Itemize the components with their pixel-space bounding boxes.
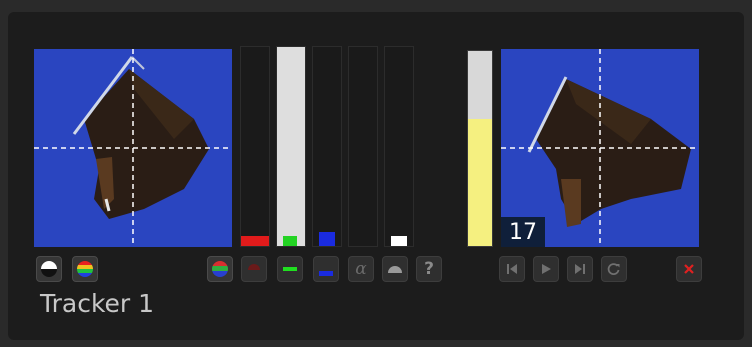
rgb-stripe-circle-icon: [77, 261, 93, 277]
skip-last-icon: [575, 264, 585, 274]
alpha-channel-meter: [348, 46, 378, 247]
alpha-channel-button[interactable]: α: [348, 256, 374, 282]
close-icon: [684, 264, 694, 274]
red-channel-button[interactable]: [241, 256, 267, 282]
close-button[interactable]: [676, 256, 702, 282]
gray-sphere-icon: [388, 266, 402, 273]
last-frame-button[interactable]: [567, 256, 593, 282]
reset-icon: [607, 263, 620, 275]
luma-channel-fill: [391, 236, 407, 246]
match-preview: 17: [501, 49, 699, 247]
red-arc-icon: [248, 264, 260, 270]
skip-first-icon: [507, 264, 517, 274]
blue-channel-button[interactable]: [313, 256, 339, 282]
rgb-channel-button[interactable]: [207, 256, 233, 282]
green-channel-marker: [283, 236, 297, 246]
play-button[interactable]: [533, 256, 559, 282]
blue-bar-icon: [319, 271, 333, 276]
red-channel-meter: [240, 46, 270, 247]
luma-view-button[interactable]: [36, 256, 62, 282]
combined-channel-button[interactable]: [382, 256, 408, 282]
source-preview: [34, 49, 232, 247]
frame-number: 17: [509, 220, 537, 245]
frame-number-box: 17: [501, 217, 545, 247]
blue-channel-fill: [318, 232, 336, 246]
blue-channel-meter: [312, 46, 342, 247]
play-icon: [542, 264, 551, 274]
green-channel-button[interactable]: [277, 256, 303, 282]
half-white-circle-icon: [41, 261, 57, 277]
rgb-view-button[interactable]: [72, 256, 98, 282]
luma-channel-meter: [384, 46, 414, 247]
match-meter-fill: [468, 119, 492, 246]
green-bar-icon: [283, 267, 297, 271]
match-meter: [467, 50, 493, 247]
reset-button[interactable]: [601, 256, 627, 282]
rgb-stripe-circle-icon: [212, 261, 228, 277]
question-icon: ?: [424, 259, 434, 279]
red-channel-fill: [241, 236, 269, 246]
green-channel-meter: [276, 46, 306, 247]
tracker-panel: 17 α ? Tracker 1: [8, 12, 744, 340]
first-frame-button[interactable]: [499, 256, 525, 282]
tracker-name: Tracker 1: [40, 289, 155, 318]
alpha-icon: α: [355, 259, 367, 279]
green-channel-fill: [277, 47, 305, 246]
help-button[interactable]: ?: [416, 256, 442, 282]
source-preview-image: [34, 49, 232, 247]
